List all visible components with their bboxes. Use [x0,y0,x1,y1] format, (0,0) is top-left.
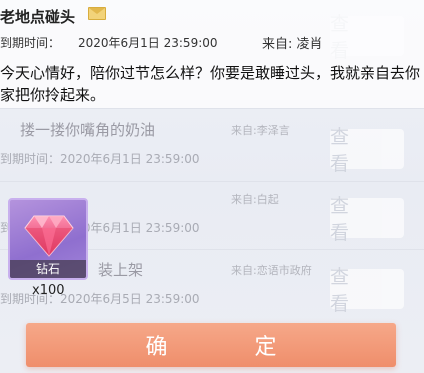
divider [0,108,424,109]
view-button[interactable]: 查 看 [330,266,404,315]
attachment-item[interactable]: 钻石 [8,198,88,280]
attachment-quantity: x100 [32,283,65,298]
mail-row[interactable]: 搂一搂你嘴角的奶油 到期时间：2020年6月1日 23:59:00 来自:李泽言… [0,113,424,191]
mail-sender: 来自:白起 [231,193,279,206]
mail-sender: 来自:李泽言 [231,124,290,137]
view-button[interactable]: 查 看 [330,126,404,175]
mail-title: 搂一搂你嘴角的奶油 [20,121,156,139]
mail-title: 装上架 [98,261,144,279]
diamond-icon [24,215,74,257]
mail-detail-sender: 来自: 凌肖 [262,37,323,52]
view-button[interactable]: 查 看 [330,195,404,244]
due-label: 到期时间： [0,36,61,50]
mail-detail-body: 今天心情好，陪你过节怎么样？你要是敢睡过头，我就亲自去你家把你拎起来。 [0,64,421,104]
attachment-name: 钻石 [10,260,86,278]
mail-sender: 来自:恋语市政府 [231,264,312,277]
mail-detail-title: 老地点碰头 [0,8,76,26]
envelope-icon [88,7,106,20]
mail-due: 到期时间：2020年6月5日 23:59:00 [0,292,200,306]
mail-due: 到期时间：2020年6月1日 23:59:00 [0,152,200,166]
due-value: 2020年6月1日 23:59:00 [78,36,218,50]
confirm-button[interactable]: 确 定 [26,323,396,367]
